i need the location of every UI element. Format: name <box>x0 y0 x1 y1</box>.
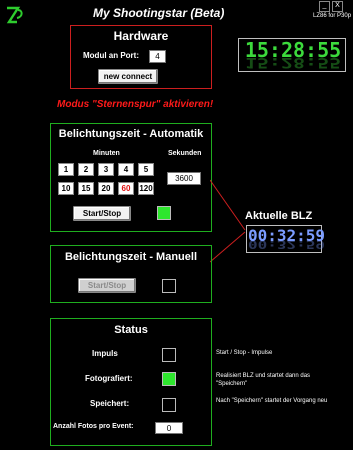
hardware-title: Hardware <box>113 29 169 43</box>
minutes-label: Minuten <box>93 150 120 157</box>
minute-15[interactable]: 15 <box>78 182 94 195</box>
app-title: My Shootingstar (Beta) <box>93 6 225 20</box>
impuls-label: Impuls <box>92 349 118 358</box>
auto-panel: Belichtungszeit - Automatik Minuten Seku… <box>50 123 212 232</box>
minute-1[interactable]: 1 <box>58 163 74 176</box>
minimize-button[interactable]: _ <box>319 1 330 12</box>
clock-time: 15:28:55 <box>244 38 342 62</box>
minute-5[interactable]: 5 <box>138 163 154 176</box>
blz-label: Aktuelle BLZ <box>245 210 313 222</box>
status-title: Status <box>114 324 148 336</box>
minute-120[interactable]: 120 <box>138 182 154 195</box>
close-button[interactable]: X <box>332 1 343 12</box>
minute-60[interactable]: 60 <box>118 182 134 195</box>
hardware-panel: Hardware Modul an Port: 4 new connect <box>70 25 212 89</box>
app-logo <box>6 6 23 24</box>
manual-title: Belichtungszeit - Manuell <box>64 251 197 263</box>
impuls-note: Start / Stop - Impulse <box>216 350 273 356</box>
fotografiert-indicator <box>162 372 176 386</box>
blz-time: 00:32:59 <box>248 226 326 245</box>
app-subtitle: LZ86 for P30p <box>313 13 352 19</box>
port-input[interactable]: 4 <box>149 50 166 63</box>
minute-3[interactable]: 3 <box>98 163 114 176</box>
manual-panel: Belichtungszeit - Manuell Start/Stop <box>50 245 212 303</box>
auto-active-indicator <box>157 206 171 220</box>
fotografiert-note: Realisiert BLZ und startet dann das "Spe… <box>216 373 311 387</box>
status-panel: Status Impuls Fotografiert: Speichert: A… <box>50 318 212 446</box>
auto-title: Belichtungszeit - Automatik <box>58 128 204 140</box>
speichert-label: Speichert: <box>90 399 130 408</box>
photo-count-label: Anzahl Fotos pro Event: <box>53 423 134 430</box>
blz-display: 00:32:59 00:32:59 <box>246 225 326 253</box>
impuls-indicator <box>162 348 176 362</box>
manual-start-stop-button[interactable]: Start/Stop <box>78 278 136 293</box>
photo-count-input[interactable]: 0 <box>155 422 183 434</box>
port-label: Modul an Port: <box>83 51 139 60</box>
clock-display: 15:28:55 15:28:55 <box>238 38 346 72</box>
minute-4[interactable]: 4 <box>118 163 134 176</box>
minute-2[interactable]: 2 <box>78 163 94 176</box>
manual-active-indicator <box>162 279 176 293</box>
minute-10[interactable]: 10 <box>58 182 74 195</box>
auto-start-stop-button[interactable]: Start/Stop <box>73 206 131 221</box>
new-connect-button[interactable]: new connect <box>98 69 158 84</box>
mode-message: Modus "Sternenspur" aktivieren! <box>57 99 214 110</box>
seconds-input[interactable]: 3600 <box>167 172 201 185</box>
minute-20[interactable]: 20 <box>98 182 114 195</box>
connector-lines <box>210 179 246 263</box>
fotografiert-label: Fotografiert: <box>85 374 133 383</box>
speichert-indicator <box>162 398 176 412</box>
seconds-label: Sekunden <box>168 150 202 157</box>
speichert-note: Nach "Speichern" startet der Vorgang neu <box>216 398 328 404</box>
